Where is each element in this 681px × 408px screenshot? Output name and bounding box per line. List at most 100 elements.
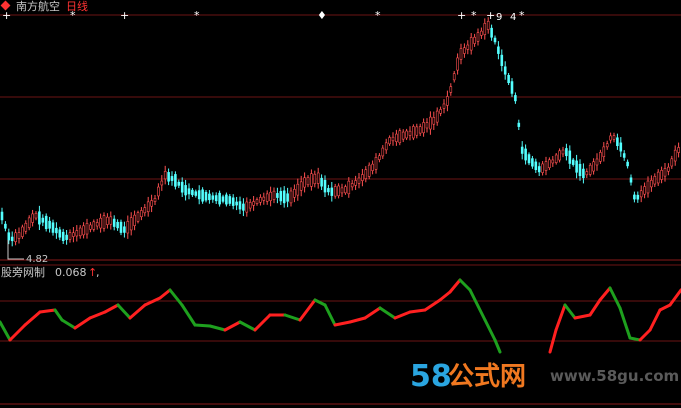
candle	[602, 142, 606, 162]
candle	[418, 123, 422, 137]
candle	[422, 118, 425, 137]
candle	[123, 221, 126, 238]
candle	[582, 163, 585, 184]
event-marker-icon[interactable]: *	[471, 9, 477, 22]
candle	[405, 128, 408, 141]
indicator-segment	[648, 308, 662, 332]
candle	[231, 194, 235, 210]
indicator-segment	[283, 313, 302, 322]
period-label[interactable]: 日线	[66, 0, 88, 13]
price-candles	[0, 17, 680, 247]
watermark-site: www.58gu.com	[550, 367, 679, 385]
candle	[449, 83, 453, 96]
candle	[456, 53, 459, 75]
candle	[401, 129, 405, 143]
indicator-segment	[158, 288, 172, 300]
watermark: 58 公式网 www.58gu.com	[410, 359, 679, 394]
candle	[357, 173, 361, 189]
candle	[527, 152, 531, 166]
candle	[82, 222, 85, 239]
candle	[282, 186, 286, 208]
candle	[143, 204, 147, 217]
stock-chart-window: + * + * ♦ * + * + * 4.82 南方航空 日线 9 4 股旁网制 0.068 ↑…	[0, 0, 681, 408]
candle	[157, 183, 160, 200]
indicator-segment	[348, 316, 367, 324]
event-marker-icon[interactable]: +	[457, 9, 466, 22]
candle	[639, 185, 643, 203]
candle	[194, 189, 198, 198]
candle	[116, 219, 119, 231]
indicator-segment	[483, 318, 497, 342]
candle	[493, 35, 497, 45]
indicator-segment	[23, 310, 42, 327]
low-price-label: 4.82	[26, 254, 48, 265]
candle	[524, 144, 527, 165]
candle	[272, 187, 276, 204]
candle	[0, 207, 4, 225]
indicator-segment	[116, 303, 132, 320]
candle	[541, 161, 544, 176]
candle	[163, 165, 167, 185]
candle	[340, 183, 344, 198]
candle	[136, 210, 140, 224]
indicator-segment	[393, 310, 412, 320]
candle	[551, 156, 555, 167]
candle	[490, 24, 493, 41]
indicator-segment	[493, 338, 502, 354]
event-marker-icon[interactable]: +	[486, 9, 495, 22]
candle	[656, 169, 660, 186]
candle	[347, 177, 351, 198]
candle	[364, 166, 368, 183]
candle	[187, 183, 191, 200]
event-marker-icon[interactable]: +	[2, 9, 11, 22]
candle	[480, 27, 483, 39]
event-marker-icon[interactable]: *	[519, 9, 525, 22]
candle	[68, 229, 72, 243]
candle	[653, 173, 657, 188]
candle	[211, 192, 215, 203]
candle	[27, 215, 31, 231]
candle	[575, 154, 578, 179]
candle	[361, 168, 364, 187]
event-marker-icon[interactable]: ♦	[317, 9, 327, 22]
candle	[442, 99, 446, 114]
candle	[95, 218, 99, 230]
candle	[24, 220, 28, 235]
event-marker-icon[interactable]: *	[375, 9, 381, 22]
indicator-header: 股旁网制 0.068 ↑ ,	[1, 265, 100, 279]
candle	[235, 196, 238, 211]
candle	[578, 159, 582, 181]
candle	[41, 214, 45, 227]
candle	[320, 174, 323, 190]
candle	[463, 43, 466, 58]
candle	[548, 157, 551, 171]
event-marker-icon[interactable]: *	[194, 9, 200, 22]
candle	[466, 40, 470, 55]
candle	[313, 170, 317, 188]
indicator-segment	[298, 298, 317, 322]
candle	[197, 185, 201, 205]
candle	[191, 187, 194, 197]
chart-canvas[interactable]: + * + * ♦ * + * + * 4.82 南方航空 日线 9 4 股旁网制 0.068 ↑…	[0, 0, 681, 408]
candle	[473, 33, 476, 47]
candle	[170, 171, 174, 186]
candle	[500, 49, 504, 72]
indicator-segment	[168, 288, 184, 307]
candle	[133, 210, 136, 231]
candle	[333, 183, 337, 199]
event-marker-icon[interactable]: +	[120, 9, 129, 22]
candle	[592, 158, 595, 175]
peak-marker-b: 4	[510, 12, 516, 23]
indicator-segment	[608, 286, 622, 310]
indicator-segment	[628, 336, 642, 342]
candle	[119, 219, 123, 236]
candle	[153, 195, 157, 205]
candle	[51, 219, 55, 236]
candle	[391, 132, 395, 146]
candle	[643, 182, 646, 199]
candle	[459, 43, 463, 65]
candle	[354, 175, 357, 190]
candle	[534, 158, 538, 173]
candle	[378, 153, 381, 163]
indicator-segment	[0, 320, 12, 342]
